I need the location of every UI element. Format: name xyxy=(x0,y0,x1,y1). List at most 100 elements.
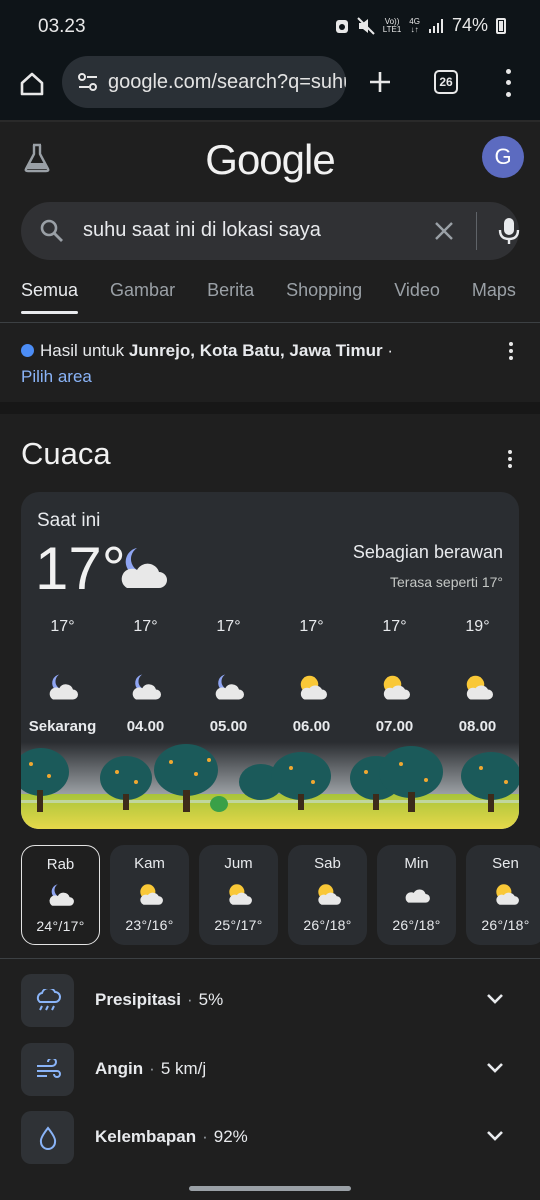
moon-cloud-icon xyxy=(215,674,244,700)
mute-icon xyxy=(357,16,375,35)
sun-cloud-icon xyxy=(139,884,163,905)
google-logo[interactable]: Google xyxy=(0,136,540,184)
rain-icon xyxy=(21,974,74,1027)
hour-temp: 19° xyxy=(465,618,490,635)
status-time: 03.23 xyxy=(38,16,86,37)
current-label: Saat ini xyxy=(37,510,101,531)
weather-more-button[interactable] xyxy=(508,450,512,468)
search-icon xyxy=(40,219,63,242)
day-item[interactable]: Sab 26°/18° xyxy=(288,845,367,945)
toolbar-divider xyxy=(0,120,540,122)
location-more-button[interactable] xyxy=(509,342,513,360)
browser-toolbar: google.com/search?q=suhu 26 xyxy=(0,56,540,120)
hour-item: 17° 05.00 xyxy=(187,618,270,735)
sun-cloud-icon xyxy=(317,884,341,905)
home-button[interactable] xyxy=(14,66,50,102)
hourly-forecast[interactable]: 17° Sekarang 17° 04.00 17° 05.00 17° 06.… xyxy=(21,618,519,735)
detail-value: 5 km/j xyxy=(160,1059,207,1078)
day-name: Jum xyxy=(224,855,253,872)
location-dot-icon xyxy=(21,344,34,357)
hour-item: 17° 07.00 xyxy=(353,618,436,735)
day-item[interactable]: Kam 23°/16° xyxy=(110,845,189,945)
mic-icon[interactable] xyxy=(495,216,523,246)
detail-label: Kelembapan xyxy=(95,1127,197,1146)
volte-label: Vo)) LTE1 xyxy=(382,16,402,34)
section-gap xyxy=(0,402,540,414)
humidity-row[interactable]: Kelembapan · 92% xyxy=(21,1111,519,1165)
new-tab-button[interactable] xyxy=(362,64,398,100)
hour-item: 17° Sekarang xyxy=(21,618,104,735)
sun-cloud-icon xyxy=(383,675,410,700)
hour-item: 17° 04.00 xyxy=(104,618,187,735)
detail-label: Presipitasi xyxy=(95,990,181,1009)
tab-maps[interactable]: Maps xyxy=(472,280,516,314)
search-separator xyxy=(476,212,477,250)
cloud-icon xyxy=(405,889,430,903)
tab-gambar[interactable]: Gambar xyxy=(110,280,175,314)
tab-semua[interactable]: Semua xyxy=(21,280,79,314)
hour-label: 07.00 xyxy=(375,718,414,735)
day-item[interactable]: Sen 26°/18° xyxy=(466,845,540,945)
day-range: 24°/17° xyxy=(36,918,85,934)
hour-temp: 17° xyxy=(50,618,75,635)
status-icons: Vo)) LTE1 4G ↓↑ 74% xyxy=(335,15,506,36)
status-bar: 03.23 Vo)) LTE1 4G ↓↑ 74% xyxy=(0,0,540,56)
wind-icon xyxy=(21,1043,74,1096)
day-range: 26°/18° xyxy=(392,917,441,933)
day-item[interactable]: Jum 25°/17° xyxy=(199,845,278,945)
feels-like: Terasa seperti 17° xyxy=(390,574,503,590)
sun-cloud-icon xyxy=(495,884,519,905)
wind-row[interactable]: Angin · 5 km/j xyxy=(21,1043,519,1097)
search-box[interactable]: suhu saat ini di lokasi saya xyxy=(21,202,520,260)
sun-cloud-icon xyxy=(300,675,327,700)
battery-icon xyxy=(496,17,506,34)
day-range: 25°/17° xyxy=(214,917,263,933)
clear-icon[interactable] xyxy=(431,218,457,244)
location-suffix: · xyxy=(382,341,394,360)
plus-icon xyxy=(370,72,390,92)
tab-switcher-button[interactable]: 26 xyxy=(434,70,458,94)
search-query[interactable]: suhu saat ini di lokasi saya xyxy=(83,219,321,242)
hour-temp: 17° xyxy=(216,618,241,635)
current-temperature: 17° xyxy=(35,535,126,602)
tab-video[interactable]: Video xyxy=(394,280,440,314)
chevron-down-icon[interactable] xyxy=(485,1061,505,1075)
day-item[interactable]: Min 26°/18° xyxy=(377,845,456,945)
gesture-nav-handle[interactable] xyxy=(189,1186,351,1191)
site-settings-icon[interactable] xyxy=(68,72,108,92)
hour-temp: 17° xyxy=(299,618,324,635)
browser-menu-button[interactable] xyxy=(498,66,518,100)
weather-condition: Sebagian berawan xyxy=(352,542,503,562)
sun-cloud-icon xyxy=(466,675,493,700)
weather-card: Saat ini 17° Sebagian berawan Terasa sep… xyxy=(21,492,519,829)
hour-label: 06.00 xyxy=(292,718,331,735)
day-range: 26°/18° xyxy=(481,917,530,933)
chevron-down-icon[interactable] xyxy=(485,992,505,1006)
detail-text: Angin · 5 km/j xyxy=(95,1059,207,1078)
hour-label: 08.00 xyxy=(458,718,497,735)
tab-berita[interactable]: Berita xyxy=(207,280,254,314)
day-range: 23°/16° xyxy=(125,917,174,933)
network-label: 4G ↓↑ xyxy=(409,16,420,34)
tabs-divider xyxy=(0,322,540,323)
day-name: Sab xyxy=(314,855,341,872)
day-item[interactable]: Rab 24°/17° xyxy=(21,845,100,945)
day-name: Kam xyxy=(134,855,165,872)
url-bar[interactable]: google.com/search?q=suhu xyxy=(62,56,346,108)
moon-cloud-icon xyxy=(49,674,78,700)
moon-cloud-icon xyxy=(121,548,167,588)
chevron-down-icon[interactable] xyxy=(485,1129,505,1143)
daily-forecast: Rab 24°/17° Kam 23°/16° Jum 25°/17° Sab … xyxy=(21,845,540,945)
tab-shopping[interactable]: Shopping xyxy=(286,280,362,314)
choose-area-link[interactable]: Pilih area xyxy=(21,367,92,386)
home-icon xyxy=(20,72,44,96)
account-avatar[interactable]: G xyxy=(482,136,524,178)
precipitation-row[interactable]: Presipitasi · 5% xyxy=(21,974,519,1028)
battery-percent: 74% xyxy=(451,15,488,35)
detail-text: Kelembapan · 92% xyxy=(95,1127,248,1146)
detail-text: Presipitasi · 5% xyxy=(95,990,224,1009)
signal-icon xyxy=(428,18,443,33)
day-range: 26°/18° xyxy=(303,917,352,933)
moon-cloud-icon xyxy=(132,674,161,700)
search-tabs: Semua Gambar Berita Shopping Video Maps xyxy=(21,280,540,314)
